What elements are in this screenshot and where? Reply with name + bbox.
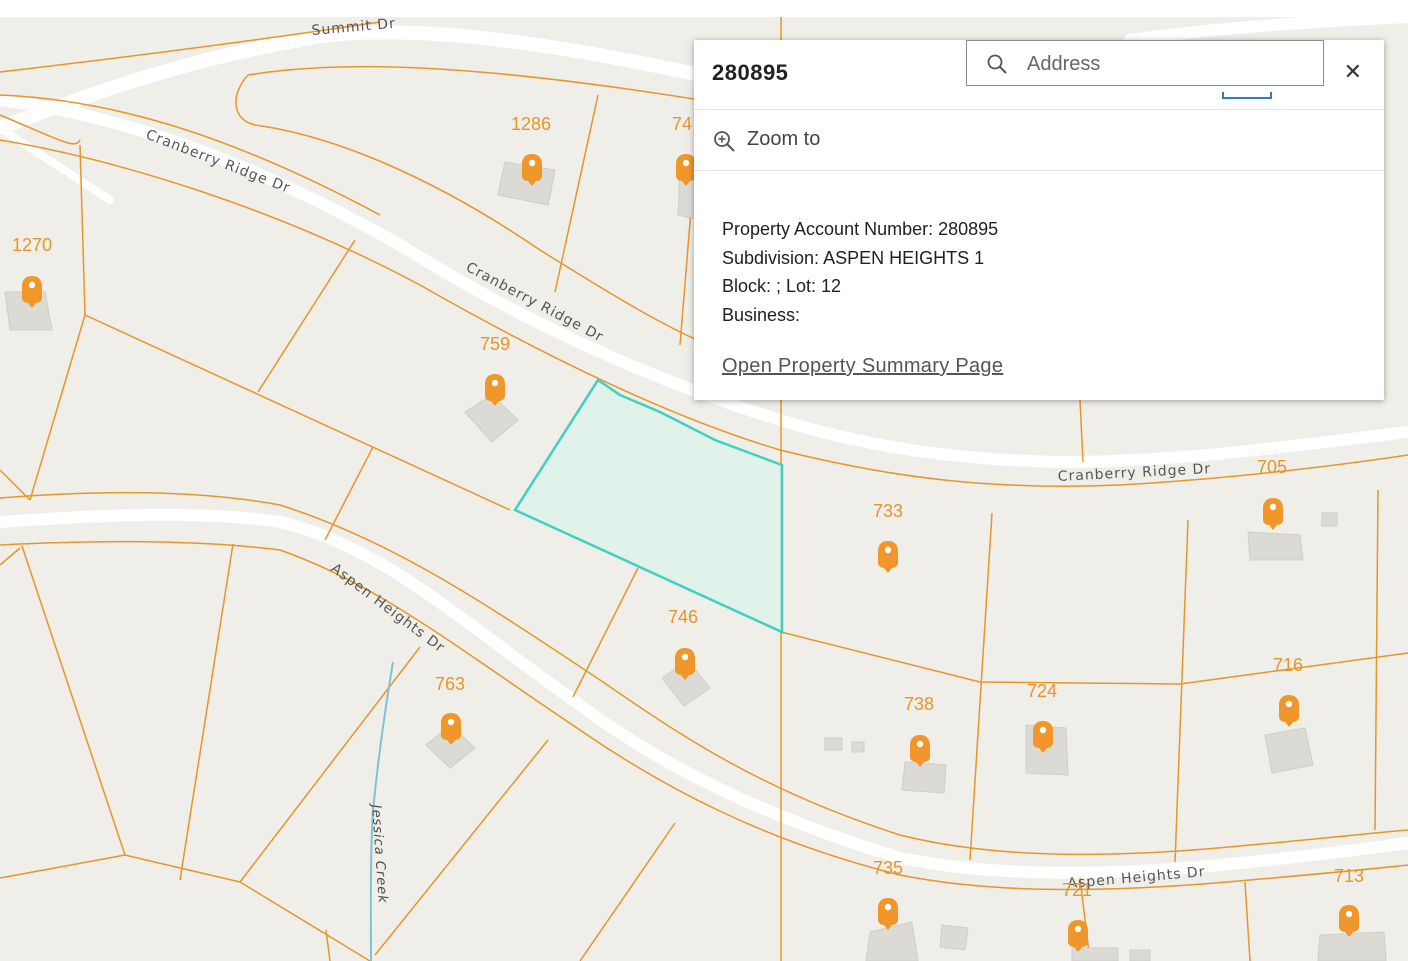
address-label-724: 724: [1027, 681, 1057, 701]
building: [939, 924, 969, 951]
building: [1247, 531, 1304, 561]
field-account-number: Property Account Number: 280895: [722, 219, 999, 239]
building: [1129, 949, 1151, 961]
address-label-763: 763: [435, 674, 465, 694]
zoom-to-button[interactable]: Zoom to: [694, 110, 1384, 171]
address-label-716: 716: [1273, 655, 1303, 675]
address-label-1270: 1270: [12, 235, 52, 255]
zoom-to-label: Zoom to: [747, 128, 821, 150]
popup-menu-button[interactable]: [1222, 92, 1272, 99]
address-label-721: 721: [1062, 880, 1092, 900]
building: [824, 737, 843, 751]
search-input[interactable]: [1025, 49, 1309, 79]
address-label-713: 713: [1334, 866, 1364, 886]
address-search: [966, 40, 1324, 86]
close-icon[interactable]: ✕: [1344, 60, 1362, 85]
field-subdivision: Subdivision: ASPEN HEIGHTS 1: [722, 247, 985, 268]
address-label-74: 74: [672, 114, 692, 134]
building: [1321, 512, 1338, 527]
popup-body: Property Account Number: 280895 Subdivis…: [694, 171, 1384, 381]
property-popup: 280895 ✕ Zoom to Property Account Number…: [694, 40, 1384, 400]
building: [851, 741, 865, 753]
popup-title: 280895: [712, 60, 789, 85]
search-icon[interactable]: [986, 53, 1008, 75]
address-label-1286: 1286: [511, 114, 551, 134]
field-block-lot: Block: ; Lot: 12: [722, 276, 842, 296]
open-property-summary-link[interactable]: Open Property Summary Page: [722, 352, 1003, 381]
address-label-759: 759: [480, 334, 510, 354]
building: [1264, 727, 1314, 774]
address-label-735: 735: [873, 858, 903, 878]
address-label-733: 733: [873, 501, 903, 521]
zoom-in-icon: [714, 131, 735, 152]
address-label-738: 738: [904, 694, 934, 714]
address-label-705: 705: [1257, 457, 1287, 477]
field-business: Business:: [722, 304, 801, 325]
address-label-746: 746: [668, 607, 698, 627]
building: [901, 761, 947, 794]
building: [1317, 931, 1387, 961]
